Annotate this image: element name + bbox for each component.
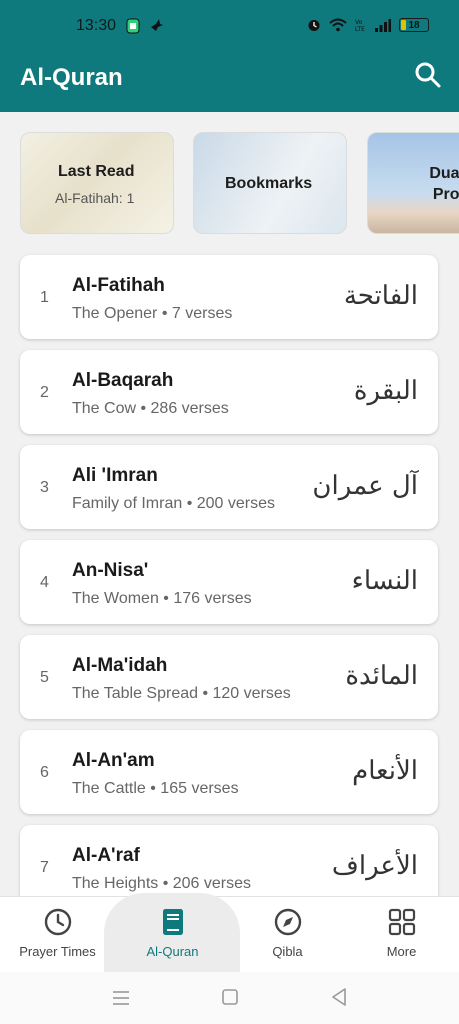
surah-name: Al-An'am [72, 750, 155, 771]
last-read-subtitle: Al-Fatihah: 1 [55, 190, 135, 206]
surah-number: 1 [40, 289, 49, 306]
alarm-icon [308, 20, 320, 31]
grid-icon [388, 908, 415, 936]
book-icon [162, 909, 183, 935]
last-read-title: Last Read [58, 163, 135, 180]
nav-al-quran[interactable]: Al-Quran [115, 897, 230, 973]
last-read-card[interactable]: Last Read Al-Fatihah: 1 [20, 132, 174, 234]
surah-arabic-name: البقرة [353, 376, 418, 406]
quick-access-row: Last Read Al-Fatihah: 1 Bookmarks Duas o… [20, 132, 459, 234]
back-icon[interactable] [330, 987, 348, 1007]
surah-arabic-name: آل عمران [312, 471, 418, 501]
surah-name: Al-Baqarah [72, 370, 174, 391]
surah-row[interactable]: 1 Al-Fatihah The Opener • 7 verses الفات… [20, 255, 438, 339]
surah-arabic-name: المائدة [345, 661, 418, 691]
nav-qibla[interactable]: Qibla [230, 897, 345, 973]
menu-icon[interactable] [111, 989, 131, 1007]
svg-text:LTE: LTE [355, 26, 365, 32]
battery-icon: 18 [399, 18, 429, 32]
status-bar: 13:30 Vo LTE 18 [0, 0, 459, 42]
nav-more[interactable]: More [344, 897, 459, 973]
surah-meta: The Cattle • 165 verses [72, 780, 239, 797]
surah-name: Al-Ma'idah [72, 655, 168, 676]
svg-text:Vo: Vo [355, 19, 363, 26]
surah-name: An-Nisa' [72, 560, 149, 581]
bird-notification-icon [151, 19, 163, 31]
surah-number: 4 [40, 574, 49, 591]
signal-icon [375, 19, 391, 32]
surah-row[interactable]: 4 An-Nisa' The Women • 176 verses النساء [20, 540, 438, 624]
surah-number: 7 [40, 859, 49, 876]
surah-meta: The Heights • 206 verses [72, 875, 252, 892]
surah-number: 2 [40, 384, 49, 401]
surah-meta: The Opener • 7 verses [72, 305, 233, 322]
status-right-icons: Vo LTE 18 [307, 18, 429, 32]
search-icon[interactable] [413, 60, 443, 90]
nav-label: Al-Quran [146, 944, 199, 959]
system-nav-bar [0, 972, 459, 1024]
nav-label: Prayer Times [19, 944, 96, 959]
surah-meta: The Women • 176 verses [72, 590, 252, 607]
duas-card[interactable]: Duas of Prophe [367, 132, 459, 234]
compass-icon [274, 908, 301, 936]
status-time: 13:30 [76, 17, 117, 34]
bookmarks-card[interactable]: Bookmarks [193, 132, 347, 234]
nav-prayer-times[interactable]: Prayer Times [0, 897, 115, 973]
page-title: Al-Quran [20, 64, 123, 91]
surah-row[interactable]: 6 Al-An'am The Cattle • 165 verses الأنع… [20, 730, 438, 814]
surah-arabic-name: الأنعام [352, 756, 418, 786]
surah-row[interactable]: 5 Al-Ma'idah The Table Spread • 120 vers… [20, 635, 438, 719]
surah-name: Ali 'Imran [72, 465, 158, 486]
duas-title: Duas of Prophe [429, 165, 459, 203]
nav-label: Qibla [272, 944, 303, 959]
wifi-icon [329, 18, 347, 32]
surah-name: Al-Fatihah [72, 275, 165, 296]
surah-arabic-name: الأعراف [331, 851, 418, 881]
surah-name: Al-A'raf [72, 845, 140, 866]
volte-icon: Vo LTE [355, 19, 365, 32]
notification-app-icon [126, 18, 140, 34]
surah-meta: The Cow • 286 verses [72, 400, 229, 417]
surah-meta: Family of Imran • 200 verses [72, 495, 275, 512]
nav-label: More [386, 944, 417, 959]
status-left-icons [126, 18, 164, 34]
bookmarks-title: Bookmarks [225, 175, 313, 192]
surah-row[interactable]: 3 Ali 'Imran Family of Imran • 200 verse… [20, 445, 438, 529]
home-icon[interactable] [221, 988, 239, 1006]
surah-row[interactable]: 2 Al-Baqarah The Cow • 286 verses البقرة [20, 350, 438, 434]
app-bar: Al-Quran [0, 42, 459, 112]
surah-number: 5 [40, 669, 49, 686]
clock-icon [44, 908, 71, 936]
surah-meta: The Table Spread • 120 verses [72, 685, 291, 702]
surah-arabic-name: النساء [351, 566, 418, 596]
bottom-nav: Prayer Times Al-Quran Qibla More [0, 893, 459, 975]
surah-number: 6 [40, 764, 49, 781]
surah-arabic-name: الفاتحة [343, 281, 418, 311]
surah-number: 3 [40, 479, 49, 496]
